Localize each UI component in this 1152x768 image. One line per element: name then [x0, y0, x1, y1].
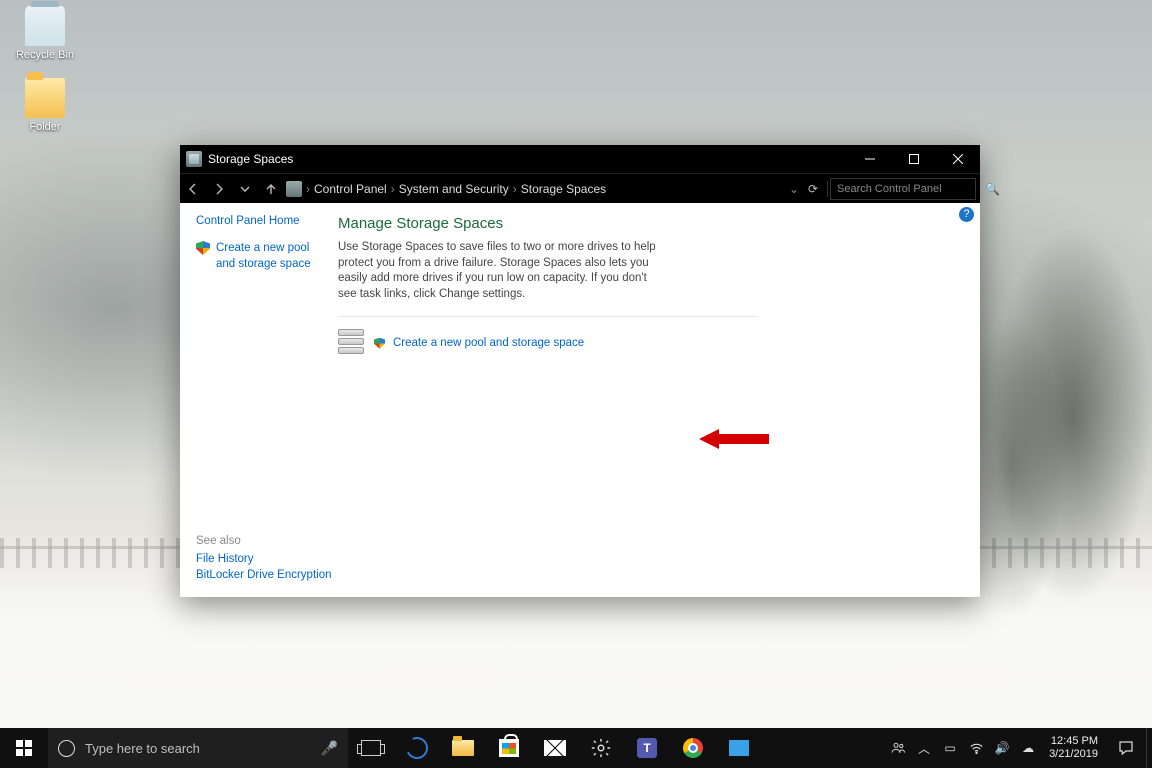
tray-onedrive-icon[interactable]: ☁: [1015, 728, 1041, 768]
control-panel-home-link[interactable]: Control Panel Home: [196, 215, 322, 227]
window-title: Storage Spaces: [208, 152, 293, 166]
taskbar-app-mail[interactable]: [532, 728, 578, 768]
microsoft-store-icon: [499, 739, 519, 757]
tray-clock[interactable]: 12:45 PM 3/21/2019: [1041, 735, 1106, 761]
recycle-bin-icon: [25, 6, 65, 46]
tray-time: 12:45 PM: [1049, 735, 1098, 748]
mail-icon: [544, 740, 566, 756]
task-view-icon: [361, 740, 381, 756]
minimize-button[interactable]: [848, 145, 892, 173]
taskbar-search-placeholder: Type here to search: [85, 741, 311, 756]
taskbar-app-edge[interactable]: [394, 728, 440, 768]
system-tray: ︿ ▭ 🔊 ☁ 12:45 PM 3/21/2019: [885, 728, 1152, 768]
chrome-icon: [683, 738, 703, 758]
file-explorer-icon: [452, 740, 474, 756]
see-also-header: See also: [196, 535, 336, 547]
see-also-section: See also File History BitLocker Drive En…: [196, 535, 336, 585]
nav-up-button[interactable]: [258, 174, 284, 204]
page-description: Use Storage Spaces to save files to two …: [338, 240, 668, 302]
folder-icon: [25, 78, 65, 118]
taskbar-app-settings[interactable]: [578, 728, 624, 768]
breadcrumb-item[interactable]: Storage Spaces: [521, 182, 606, 196]
chevron-right-icon[interactable]: ›: [391, 182, 395, 196]
nav-recent-button[interactable]: [232, 174, 258, 204]
address-bar: › Control Panel › System and Security › …: [180, 173, 980, 203]
teams-icon: T: [637, 738, 657, 758]
close-button[interactable]: [936, 145, 980, 173]
window-body: ? Control Panel Home Create a new pool a…: [180, 203, 980, 597]
start-button[interactable]: [0, 728, 48, 768]
divider: [338, 316, 758, 317]
taskbar-app-chrome[interactable]: [670, 728, 716, 768]
storage-spaces-icon: [186, 151, 202, 167]
see-also-link-file-history[interactable]: File History: [196, 553, 336, 565]
edge-icon: [403, 734, 431, 762]
sidebar: Control Panel Home Create a new pool and…: [180, 203, 332, 597]
cortana-icon: [58, 740, 75, 757]
create-pool-link[interactable]: Create a new pool and storage space: [393, 337, 584, 349]
desktop-icon-label: Folder: [8, 121, 82, 133]
search-box[interactable]: 🔍: [830, 178, 976, 200]
create-pool-action: Create a new pool and storage space: [338, 329, 940, 357]
chevron-right-icon[interactable]: ›: [513, 182, 517, 196]
tray-battery-icon[interactable]: ▭: [937, 728, 963, 768]
taskbar-search[interactable]: Type here to search 🎤: [48, 728, 348, 768]
search-icon[interactable]: 🔍: [985, 182, 1000, 196]
taskbar-app-explorer[interactable]: [440, 728, 486, 768]
taskbar-app-teams[interactable]: T: [624, 728, 670, 768]
windows-logo-icon: [16, 740, 32, 756]
search-input[interactable]: [831, 183, 985, 195]
address-dropdown-button[interactable]: ⌄: [787, 182, 801, 196]
taskbar-app-generic[interactable]: [716, 728, 762, 768]
desktop-icon-recycle-bin[interactable]: Recycle Bin: [8, 6, 82, 61]
refresh-button[interactable]: ⟳: [801, 182, 825, 196]
nav-forward-button[interactable]: [206, 174, 232, 204]
tray-overflow-button[interactable]: ︿: [911, 728, 937, 768]
tray-people[interactable]: [885, 728, 911, 768]
breadcrumb: › Control Panel › System and Security › …: [306, 182, 787, 196]
action-center-button[interactable]: [1106, 728, 1146, 768]
maximize-button[interactable]: [892, 145, 936, 173]
see-also-link-bitlocker[interactable]: BitLocker Drive Encryption: [196, 569, 336, 581]
breadcrumb-item[interactable]: Control Panel: [314, 182, 387, 196]
desktop: Recycle Bin Folder Storage Spaces › Cont…: [0, 0, 1152, 768]
desktop-icon-folder[interactable]: Folder: [8, 78, 82, 133]
help-button[interactable]: ?: [959, 207, 974, 222]
page-heading: Manage Storage Spaces: [338, 215, 940, 232]
tray-volume-icon[interactable]: 🔊: [989, 728, 1015, 768]
storage-pool-icon: [338, 329, 366, 357]
shield-icon: [374, 338, 385, 349]
wallpaper-trees: [952, 130, 1152, 650]
taskbar: Type here to search 🎤 T ︿ ▭ 🔊 ☁ 12:45 PM…: [0, 728, 1152, 768]
chevron-right-icon[interactable]: ›: [306, 182, 310, 196]
main-content: Manage Storage Spaces Use Storage Spaces…: [332, 203, 980, 597]
tray-date: 3/21/2019: [1049, 748, 1098, 761]
shield-icon: [196, 241, 210, 255]
show-desktop-button[interactable]: [1146, 728, 1152, 768]
app-icon: [729, 740, 749, 756]
storage-spaces-window: Storage Spaces › Control Panel › System …: [180, 145, 980, 597]
sidebar-task-create-pool[interactable]: Create a new pool and storage space: [196, 241, 322, 272]
nav-back-button[interactable]: [180, 174, 206, 204]
taskbar-app-store[interactable]: [486, 728, 532, 768]
sidebar-task-label: Create a new pool and storage space: [216, 241, 322, 272]
breadcrumb-icon: [286, 181, 302, 197]
breadcrumb-item[interactable]: System and Security: [399, 182, 509, 196]
microphone-icon[interactable]: 🎤: [321, 740, 338, 757]
task-view-button[interactable]: [348, 728, 394, 768]
tray-wifi-icon[interactable]: [963, 728, 989, 768]
titlebar[interactable]: Storage Spaces: [180, 145, 980, 173]
desktop-icon-label: Recycle Bin: [8, 49, 82, 61]
